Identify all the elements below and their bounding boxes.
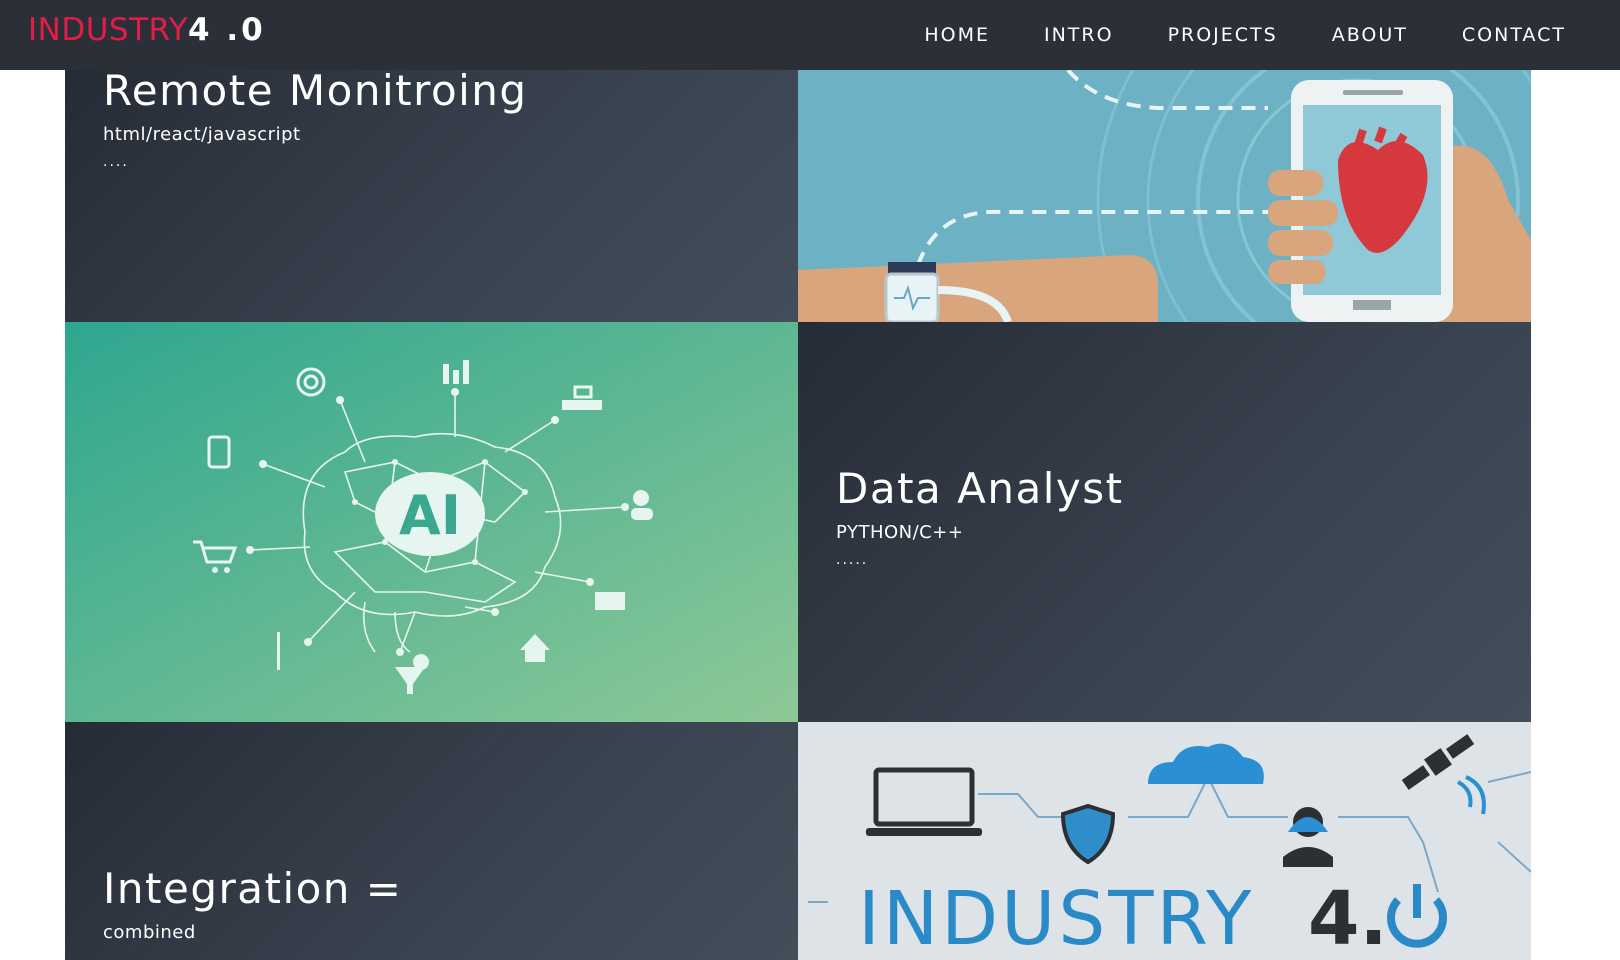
- project-tech: combined: [103, 922, 196, 943]
- nav-home-link[interactable]: HOME: [924, 24, 990, 46]
- brand-text-part1: INDUSTRY: [28, 12, 188, 48]
- ai-brain-image: AI: [65, 322, 798, 722]
- industry-4-image: INDUSTRY 4.: [798, 722, 1531, 960]
- project-tech: html/react/javascript: [103, 124, 301, 145]
- project-card-remote-monitoring[interactable]: Remote Monitroing html/react/javascript …: [65, 70, 798, 322]
- industry-version: 4.: [1308, 876, 1388, 960]
- remote-monitoring-image: [798, 70, 1531, 322]
- project-card-integration[interactable]: Integration = combined: [65, 722, 798, 960]
- brand-text-part2: 4 .0: [188, 12, 266, 48]
- project-title: Integration =: [103, 864, 403, 913]
- industry-label: INDUSTRY: [858, 876, 1254, 960]
- project-card-data-analyst[interactable]: Data Analyst PYTHON/C++ .....: [798, 322, 1531, 722]
- top-navbar: INDUSTRY4 .0 HOME INTRO PROJECTS ABOUT C…: [0, 0, 1620, 70]
- project-tech: PYTHON/C++: [836, 522, 964, 543]
- brand-logo[interactable]: INDUSTRY4 .0: [28, 10, 266, 50]
- nav-contact-link[interactable]: CONTACT: [1462, 24, 1566, 46]
- nav-about-link[interactable]: ABOUT: [1332, 24, 1408, 46]
- project-dots: .....: [836, 552, 869, 568]
- project-title: Data Analyst: [836, 464, 1124, 513]
- nav-menu: HOME INTRO PROJECTS ABOUT CONTACT: [870, 0, 1566, 70]
- project-dots: ....: [103, 154, 129, 170]
- nav-intro-link[interactable]: INTRO: [1044, 24, 1114, 46]
- nav-projects-link[interactable]: PROJECTS: [1168, 24, 1278, 46]
- ai-label: AI: [399, 484, 461, 547]
- project-title: Remote Monitroing: [103, 70, 528, 115]
